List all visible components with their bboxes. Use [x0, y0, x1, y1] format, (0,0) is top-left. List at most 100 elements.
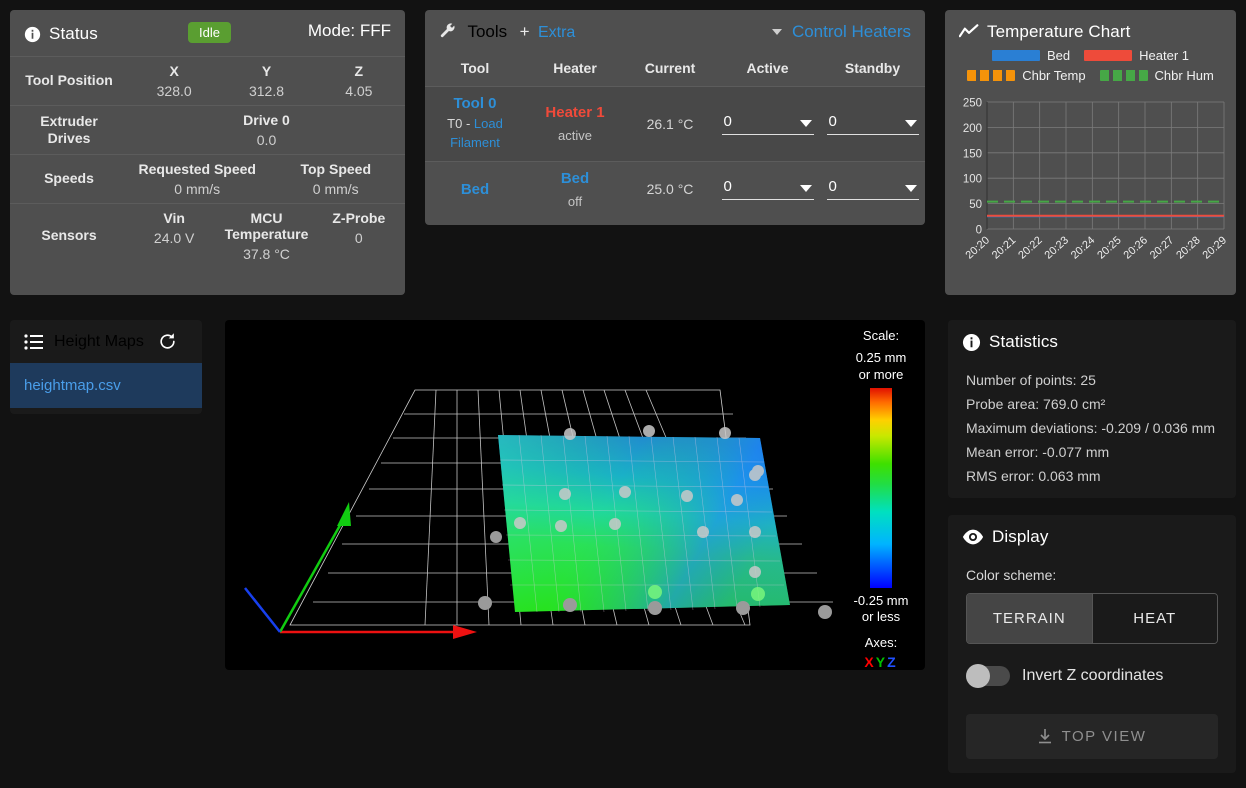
axes-letters: XYZ — [845, 654, 917, 671]
top-view-button[interactable]: TOP VIEW — [966, 714, 1218, 759]
stat-maximum-deviations: Maximum deviations: -0.209 / 0.036 mm — [966, 420, 1215, 436]
status-cell-value: 24.0 V — [153, 230, 195, 246]
svg-text:20:22: 20:22 — [1016, 234, 1044, 261]
heater-state: active — [558, 128, 592, 144]
legend-swatch — [1099, 70, 1148, 81]
chart-title: Temperature Chart — [987, 22, 1131, 41]
stat-mean-error: Mean error: -0.077 mm — [966, 444, 1110, 460]
svg-text:20:28: 20:28 — [1174, 234, 1202, 261]
refresh-icon[interactable] — [158, 332, 177, 351]
column-header-heater: Heater — [553, 60, 597, 76]
statistics-body: Number of points: 25 Probe area: 769.0 c… — [948, 362, 1236, 498]
svg-text:100: 100 — [963, 174, 982, 186]
status-row-label: Extruder Drives — [40, 112, 98, 147]
scale-title: Scale: — [862, 328, 900, 343]
current-temp-cell: 25.0 °C — [625, 160, 715, 217]
temperature-chart-panel: Temperature Chart Bed Heater 1 Chbr Temp — [945, 10, 1236, 295]
chevron-down-icon[interactable] — [771, 29, 782, 35]
current-temp-cell: 26.1 °C — [625, 86, 715, 162]
status-cell-value: 312.8 — [248, 83, 285, 99]
axis-z-label: Z — [887, 653, 898, 670]
color-scheme-label: Color scheme: — [966, 567, 1057, 583]
svg-text:20:24: 20:24 — [1069, 234, 1097, 261]
color-scheme-terrain-button[interactable]: TERRAIN — [967, 594, 1092, 643]
tool-name-link[interactable]: Tool 0 — [425, 95, 525, 112]
height-maps-header: Height Maps — [10, 320, 202, 363]
legend-item-chbr-temp[interactable]: Chbr Temp — [967, 68, 1086, 83]
standby-temperature-select[interactable]: 0 — [826, 178, 919, 201]
status-cell: Top Speed 0 mm/s — [267, 161, 406, 197]
svg-text:150: 150 — [963, 148, 982, 160]
tools-table-header-row: Tool Heater Current Active Standby — [425, 56, 925, 87]
status-row-label: Sensors — [41, 227, 97, 244]
status-panel: Status Idle Mode: FFF Tool Position X 32… — [10, 10, 405, 295]
heightmap-3d-viewport[interactable]: Scale: 0.25 mm or more -0.25 mm or less … — [225, 320, 925, 670]
column-header-active: Active — [746, 60, 789, 76]
column-header-current: Current — [644, 60, 696, 76]
heightmap-surface — [498, 434, 790, 613]
legend-item-heater1[interactable]: Heater 1 — [1084, 48, 1189, 63]
color-scheme-toggle-group: TERRAIN HEAT — [966, 593, 1218, 644]
scale-min-sub: or less — [861, 609, 901, 624]
control-heaters-group[interactable]: Control Heaters — [771, 22, 911, 42]
heater-name-link[interactable]: Heater 1 — [525, 104, 625, 121]
status-cell-key: X — [169, 63, 179, 79]
svg-text:20:26: 20:26 — [1122, 234, 1150, 261]
list-item[interactable]: heightmap.csv — [10, 363, 202, 408]
table-row: Bed Bed off 25.0 °C 0 0 — [425, 160, 925, 217]
svg-text:50: 50 — [969, 199, 982, 211]
status-row-tool-position: Tool Position X 328.0 Y 312.8 Z 4.05 — [10, 56, 405, 105]
tool-cell: Bed — [425, 160, 525, 217]
status-cell-value: 0 mm/s — [174, 181, 221, 197]
height-maps-panel: Height Maps heightmap.csv — [10, 320, 202, 414]
scale-max-sub: or more — [858, 366, 904, 382]
status-cell-key: Top Speed — [300, 161, 372, 177]
heater-name-link[interactable]: Bed — [525, 170, 625, 187]
chevron-down-icon — [904, 119, 917, 127]
legend-swatch — [991, 50, 1040, 61]
wrench-icon — [439, 22, 457, 40]
add-tool-plus[interactable]: + — [520, 22, 530, 41]
control-heaters-link[interactable]: Control Heaters — [792, 22, 911, 42]
chart-panel-header: Temperature Chart — [945, 10, 1236, 46]
download-icon — [1038, 729, 1052, 744]
statistics-header: Statistics — [948, 320, 1236, 362]
current-temperature: 25.0 °C — [646, 181, 694, 198]
active-temperature-select[interactable]: 0 — [721, 113, 814, 135]
status-cell-key: Vin — [163, 210, 185, 226]
chart-plot-area[interactable]: 0 50 100 150 200 250 20:20 20:21 20:22 20:23 20:24… — [951, 96, 1230, 262]
tool-subtext: T0 - Load Filament — [425, 115, 525, 153]
color-scheme-heat-button[interactable]: HEAT — [1091, 594, 1217, 643]
status-row-label: Tool Position — [25, 72, 113, 89]
status-cell-key: Drive 0 — [243, 112, 290, 128]
svg-text:200: 200 — [963, 123, 982, 135]
scale-legend: Scale: 0.25 mm or more -0.25 mm or less … — [845, 328, 917, 670]
legend-item-bed[interactable]: Bed — [991, 48, 1070, 63]
axis-arrows — [244, 502, 477, 639]
invert-z-toggle[interactable] — [966, 664, 1010, 688]
axis-x-label: X — [864, 653, 876, 670]
standby-temperature-value: 0 — [828, 112, 837, 130]
table-row: Tool 0 T0 - Load Filament Heater 1 activ… — [425, 86, 925, 162]
height-maps-title: Height Maps — [54, 332, 144, 350]
status-row-extruder-drives: Extruder Drives Drive 0 0.0 — [10, 105, 405, 154]
standby-temp-cell: 0 — [820, 86, 925, 162]
chart-svg: 0 50 100 150 200 250 20:2020:2120:2220:2320:24… — [963, 98, 1229, 262]
active-temperature-select[interactable]: 0 — [721, 178, 814, 201]
display-panel: Display Color scheme: TERRAIN HEAT Inver… — [948, 515, 1236, 773]
display-header: Display — [948, 515, 1236, 557]
svg-text:20:27: 20:27 — [1148, 234, 1176, 261]
legend-swatch — [967, 70, 1016, 81]
legend-label: Chbr Temp — [1022, 68, 1086, 83]
tools-panel: Tools + Extra Control Heaters Tool Heate… — [425, 10, 925, 225]
legend-item-chbr-hum[interactable]: Chbr Hum — [1099, 68, 1214, 83]
status-cell-value: 37.8 °C — [243, 246, 290, 262]
standby-temperature-select[interactable]: 0 — [826, 112, 919, 135]
heightmap-render — [244, 389, 833, 639]
status-badge: Idle — [188, 22, 231, 43]
extra-link[interactable]: Extra — [538, 24, 575, 41]
status-cell: Vin 24.0 V — [128, 210, 220, 262]
printer-mode: Mode: FFF — [307, 21, 391, 40]
info-icon — [24, 26, 41, 43]
bed-name-link[interactable]: Bed — [425, 181, 525, 198]
